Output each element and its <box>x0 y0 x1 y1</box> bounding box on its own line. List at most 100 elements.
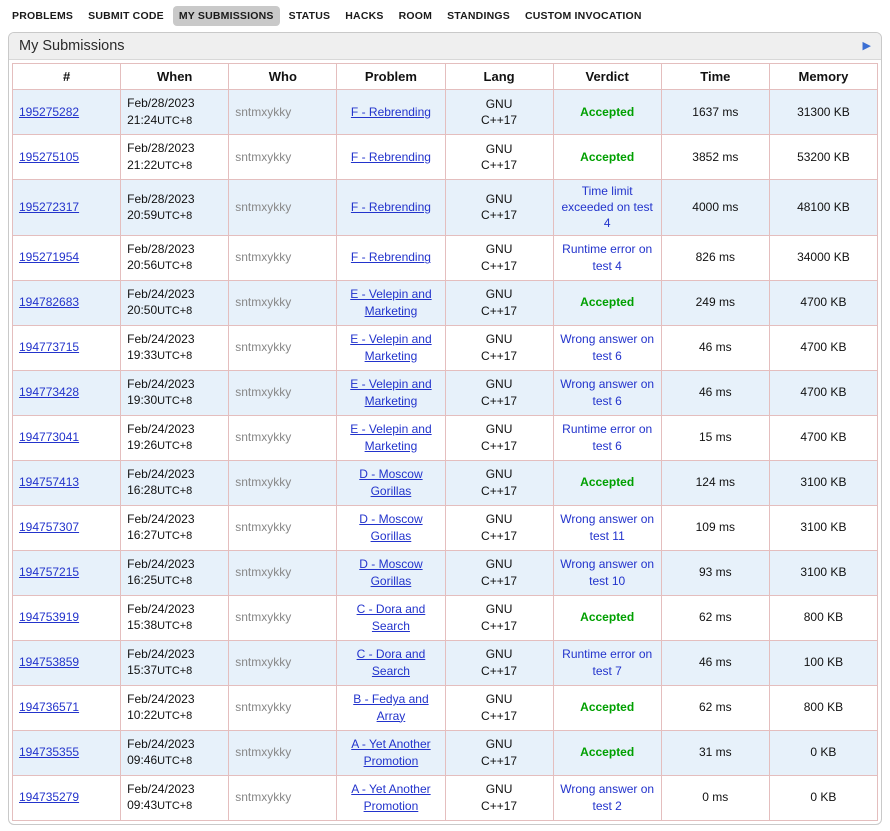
problem-link[interactable]: F - Rebrending <box>351 250 431 264</box>
execution-time: 15 ms <box>661 415 769 460</box>
submission-id-link[interactable]: 194753859 <box>19 655 79 669</box>
problem-link[interactable]: C - Dora and Search <box>357 602 426 632</box>
submission-when: Feb/24/202315:38UTC+8 <box>121 595 229 640</box>
nav-item-custom-invocation[interactable]: CUSTOM INVOCATION <box>519 6 648 26</box>
submission-lang: GNUC++17 <box>445 180 553 236</box>
submission-author-link[interactable]: sntmxykky <box>235 565 291 579</box>
submission-when: Feb/24/202316:27UTC+8 <box>121 505 229 550</box>
submission-row: 194735355Feb/24/202309:46UTC+8sntmxykkyA… <box>13 730 878 775</box>
top-nav: PROBLEMSSUBMIT CODEMY SUBMISSIONSSTATUSH… <box>0 0 890 30</box>
execution-time: 62 ms <box>661 595 769 640</box>
memory-used: 3100 KB <box>769 460 877 505</box>
problem-link[interactable]: A - Yet Another Promotion <box>351 737 430 767</box>
submission-row: 194757413 Feb/24/202316:28UTC+8 sntmxykky D… <box>13 460 878 505</box>
submission-lang: GNUC++17 <box>445 280 553 325</box>
submission-id-link[interactable]: 195271954 <box>19 250 79 264</box>
execution-time: 3852 ms <box>661 135 769 180</box>
timezone-label: UTC+8 <box>157 440 192 452</box>
submission-author-link[interactable]: sntmxykky <box>235 385 291 399</box>
submission-lang: GNUC++17 <box>445 90 553 135</box>
submission-author-link[interactable]: sntmxykky <box>235 430 291 444</box>
submission-id-link[interactable]: 194757307 <box>19 520 79 534</box>
problem-link[interactable]: D - Moscow Gorillas <box>359 512 422 542</box>
submission-row: 194773041Feb/24/202319:26UTC+8sntmxykkyE… <box>13 415 878 460</box>
submission-row: 194782683Feb/24/202320:50UTC+8sntmxykkyE… <box>13 280 878 325</box>
verdict-text: Wrong answer on test 2 <box>560 782 654 812</box>
submission-id-link[interactable]: 194753919 <box>19 610 79 624</box>
submission-author-link[interactable]: sntmxykky <box>235 295 291 309</box>
nav-item-problems[interactable]: PROBLEMS <box>6 6 79 26</box>
submission-id-link[interactable]: 194773428 <box>19 385 79 399</box>
problem-link[interactable]: C - Dora and Search <box>357 647 426 677</box>
problem-link[interactable]: E - Velepin and Marketing <box>350 332 431 362</box>
submission-when: Feb/24/202316:28UTC+8 <box>121 460 229 505</box>
submission-id-link[interactable]: 195275282 <box>19 105 79 119</box>
verdict-text: Accepted <box>580 475 634 489</box>
verdict-text: Time limit exceeded on test 4 <box>561 184 652 230</box>
submission-author-link[interactable]: sntmxykky <box>235 150 291 164</box>
submission-lang: GNUC++17 <box>445 595 553 640</box>
submission-id-link[interactable]: 194782683 <box>19 295 79 309</box>
col-header-time: Time <box>661 64 769 90</box>
submission-author-link[interactable]: sntmxykky <box>235 105 291 119</box>
verdict-text: Accepted <box>580 610 634 624</box>
nav-item-room[interactable]: ROOM <box>393 6 438 26</box>
problem-link[interactable]: D - Moscow Gorillas <box>359 467 422 497</box>
problem-link[interactable]: E - Velepin and Marketing <box>350 422 431 452</box>
submission-lang: GNUC++17 <box>445 235 553 280</box>
timezone-label: UTC+8 <box>157 305 192 317</box>
submission-author-link[interactable]: sntmxykky <box>235 790 291 804</box>
submission-id-link[interactable]: 194757413 <box>19 475 79 489</box>
table-header-row: #WhenWhoProblemLangVerdictTimeMemory <box>13 64 878 90</box>
submission-row: 194753859Feb/24/202315:37UTC+8sntmxykkyC… <box>13 640 878 685</box>
nav-item-hacks[interactable]: HACKS <box>339 6 389 26</box>
submission-id-link[interactable]: 194736571 <box>19 700 79 714</box>
execution-time: 0 ms <box>661 775 769 820</box>
verdict-text: Accepted <box>580 105 634 119</box>
submission-id-link[interactable]: 194757215 <box>19 565 79 579</box>
nav-item-status[interactable]: STATUS <box>283 6 337 26</box>
submission-author-link[interactable]: sntmxykky <box>235 200 291 214</box>
problem-link[interactable]: F - Rebrending <box>351 105 431 119</box>
submission-when: Feb/24/202310:22UTC+8 <box>121 685 229 730</box>
submission-id-link[interactable]: 195275105 <box>19 150 79 164</box>
col-header-verdict: Verdict <box>553 64 661 90</box>
timezone-label: UTC+8 <box>157 530 192 542</box>
verdict-text: Accepted <box>580 295 634 309</box>
verdict-text: Runtime error on test 4 <box>562 242 652 272</box>
memory-used: 4700 KB <box>769 325 877 370</box>
nav-item-standings[interactable]: STANDINGS <box>441 6 516 26</box>
submission-author-link[interactable]: sntmxykky <box>235 340 291 354</box>
submission-id-link[interactable]: 195272317 <box>19 200 79 214</box>
submission-author-link[interactable]: sntmxykky <box>235 610 291 624</box>
execution-time: 124 ms <box>661 460 769 505</box>
memory-used: 53200 KB <box>769 135 877 180</box>
memory-used: 800 KB <box>769 595 877 640</box>
problem-link[interactable]: A - Yet Another Promotion <box>351 782 430 812</box>
verdict-text: Wrong answer on test 6 <box>560 332 654 362</box>
problem-link[interactable]: E - Velepin and Marketing <box>350 377 431 407</box>
problem-link[interactable]: F - Rebrending <box>351 200 431 214</box>
nav-item-submit-code[interactable]: SUBMIT CODE <box>82 6 170 26</box>
submission-id-link[interactable]: 194735355 <box>19 745 79 759</box>
execution-time: 4000 ms <box>661 180 769 236</box>
problem-link[interactable]: B - Fedya and Array <box>353 692 428 722</box>
submission-id-link[interactable]: 194773041 <box>19 430 79 444</box>
submission-author-link[interactable]: sntmxykky <box>235 520 291 534</box>
submission-author-link[interactable]: sntmxykky <box>235 745 291 759</box>
nav-item-my-submissions[interactable]: MY SUBMISSIONS <box>173 6 280 26</box>
submission-id-link[interactable]: 194773715 <box>19 340 79 354</box>
collapse-arrow-icon[interactable]: ▶ <box>863 41 871 52</box>
verdict-text: Wrong answer on test 6 <box>560 377 654 407</box>
submission-author-link[interactable]: sntmxykky <box>235 250 291 264</box>
problem-link[interactable]: F - Rebrending <box>351 150 431 164</box>
execution-time: 93 ms <box>661 550 769 595</box>
submission-row: 194757307 Feb/24/202316:27UTC+8 sntmxykky D… <box>13 505 878 550</box>
submission-id-link[interactable]: 194735279 <box>19 790 79 804</box>
submission-author-link[interactable]: sntmxykky <box>235 700 291 714</box>
submission-row: 195275105Feb/28/202321:22UTC+8sntmxykkyF… <box>13 135 878 180</box>
problem-link[interactable]: E - Velepin and Marketing <box>350 287 431 317</box>
submission-author-link[interactable]: sntmxykky <box>235 475 291 489</box>
submission-author-link[interactable]: sntmxykky <box>235 655 291 669</box>
problem-link[interactable]: D - Moscow Gorillas <box>359 557 422 587</box>
